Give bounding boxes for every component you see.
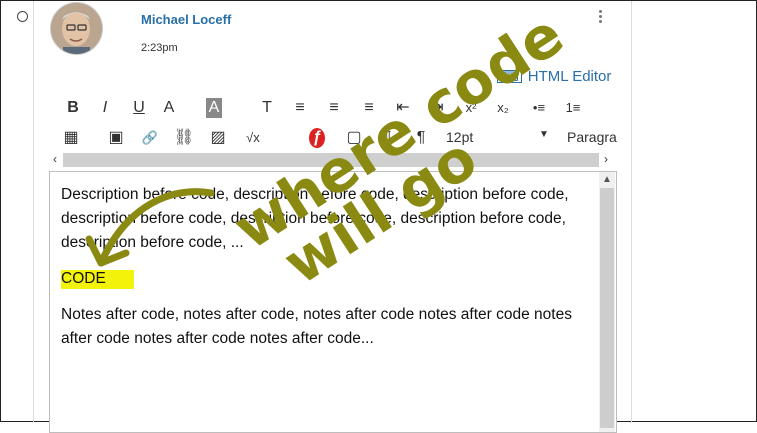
html-editor-link[interactable]: ⌨ HTML Editor [497, 68, 611, 85]
post-radio[interactable] [17, 11, 28, 22]
subscript-icon[interactable]: x₂ [491, 98, 515, 118]
author-name[interactable]: Michael Loceff [141, 12, 231, 27]
superscript-icon[interactable]: x² [459, 98, 483, 118]
column-divider-right [631, 1, 632, 423]
link-icon[interactable]: 🔗 [138, 128, 162, 148]
clear-formatting-icon[interactable]: T [255, 98, 279, 118]
column-divider-left [33, 1, 34, 423]
bold-icon[interactable]: B [61, 98, 85, 118]
font-size-select[interactable]: 12pt [446, 129, 473, 145]
indent-icon[interactable]: ⇥ [425, 98, 449, 118]
vertical-scroll-thumb[interactable] [600, 188, 614, 428]
ltr-icon[interactable]: ¶ [375, 128, 399, 148]
more-options-icon[interactable] [595, 10, 605, 28]
paragraph-format-select[interactable]: Paragra [567, 129, 617, 145]
avatar[interactable] [50, 2, 103, 55]
media-icon[interactable]: ▣ [104, 128, 128, 148]
keyboard-icon: ⌨ [497, 70, 522, 83]
align-right-icon[interactable]: ≡ [357, 98, 381, 118]
scroll-left-icon[interactable]: ‹ [53, 152, 57, 166]
table-icon[interactable]: ▦ [59, 128, 83, 148]
align-left-icon[interactable]: ≡ [288, 98, 312, 118]
numbered-list-icon[interactable]: 1≡ [561, 98, 585, 118]
editor-content[interactable]: Description before code, description bef… [61, 183, 586, 363]
post-time: 2:23pm [141, 42, 178, 54]
rtl-icon[interactable]: ¶ [409, 128, 433, 148]
math-icon[interactable]: √x [241, 128, 265, 148]
avatar-photo [51, 3, 102, 54]
flash-icon[interactable]: ƒ [309, 128, 325, 148]
notes-paragraph: Notes after code, notes after code, note… [61, 306, 572, 347]
text-color-icon[interactable]: A [157, 98, 181, 118]
bullet-list-icon[interactable]: •≡ [527, 98, 551, 118]
font-size-caret-icon[interactable]: ▼ [539, 129, 549, 140]
description-paragraph: Description before code, description bef… [61, 186, 569, 251]
align-center-icon[interactable]: ≡ [322, 98, 346, 118]
embed-icon[interactable]: ▢ [342, 128, 366, 148]
italic-icon[interactable]: I [93, 98, 117, 118]
scroll-right-icon[interactable]: › [604, 152, 608, 166]
background-color-icon[interactable]: A [206, 98, 222, 118]
scroll-up-icon[interactable]: ▲ [602, 174, 612, 185]
unlink-icon[interactable]: ⛓ [172, 128, 196, 148]
image-icon[interactable]: ▨ [206, 128, 230, 148]
html-editor-label: HTML Editor [527, 68, 612, 85]
horizontal-scrollbar[interactable] [63, 153, 599, 167]
outdent-icon[interactable]: ⇤ [391, 98, 415, 118]
code-placeholder: CODE [61, 270, 134, 289]
underline-icon[interactable]: U [127, 98, 151, 118]
